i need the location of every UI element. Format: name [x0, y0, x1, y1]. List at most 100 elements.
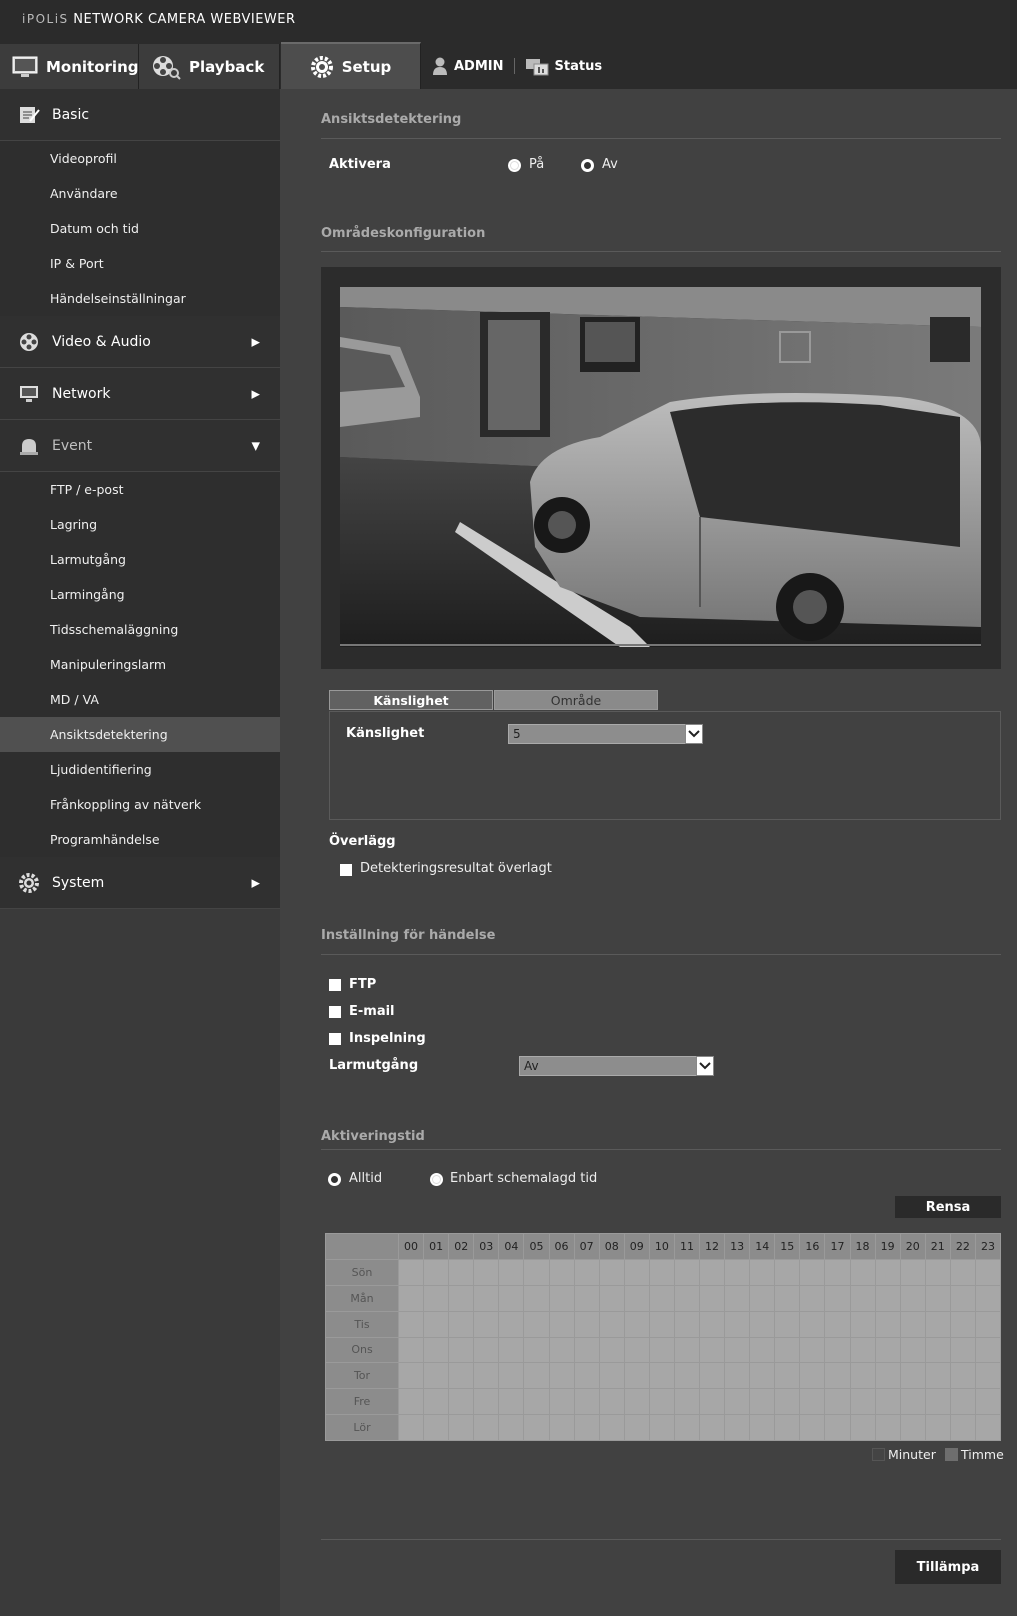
schedule-cell[interactable]: [549, 1311, 574, 1337]
schedule-cell[interactable]: [900, 1259, 925, 1285]
schedule-cell[interactable]: [775, 1415, 800, 1440]
schedule-cell[interactable]: [775, 1389, 800, 1415]
schedule-cell[interactable]: [549, 1259, 574, 1285]
schedule-cell[interactable]: [850, 1259, 875, 1285]
schedule-cell[interactable]: [975, 1311, 1000, 1337]
user-name[interactable]: ADMIN: [454, 59, 504, 74]
schedule-cell[interactable]: [800, 1337, 825, 1363]
schedule-cell[interactable]: [825, 1389, 850, 1415]
schedule-cell[interactable]: [599, 1363, 624, 1389]
schedule-cell[interactable]: [549, 1337, 574, 1363]
schedule-cell[interactable]: [825, 1415, 850, 1440]
overlay-checkbox[interactable]: [340, 864, 352, 876]
schedule-cell[interactable]: [800, 1389, 825, 1415]
sidebar-item-alarm-output[interactable]: Larmutgång: [0, 542, 280, 577]
sidebar-item-alarm-input[interactable]: Larmingång: [0, 577, 280, 612]
schedule-cell[interactable]: [975, 1337, 1000, 1363]
schedule-cell[interactable]: [499, 1415, 524, 1440]
schedule-cell[interactable]: [524, 1259, 549, 1285]
sidebar-item-audio-detection[interactable]: Ljudidentifiering: [0, 752, 280, 787]
sidebar-item-face-detection[interactable]: Ansiktsdetektering: [0, 717, 280, 752]
sidebar-system[interactable]: System ▶: [0, 857, 280, 909]
schedule-cell[interactable]: [674, 1259, 699, 1285]
schedule-cell[interactable]: [900, 1311, 925, 1337]
schedule-cell[interactable]: [850, 1285, 875, 1311]
apply-button[interactable]: Tillämpa: [895, 1550, 1001, 1584]
schedule-cell[interactable]: [925, 1337, 950, 1363]
schedule-cell[interactable]: [925, 1285, 950, 1311]
recording-checkbox[interactable]: [329, 1033, 341, 1045]
schedule-cell[interactable]: [875, 1285, 900, 1311]
schedule-cell[interactable]: [474, 1363, 499, 1389]
schedule-cell[interactable]: [499, 1311, 524, 1337]
schedule-cell[interactable]: [624, 1259, 649, 1285]
schedule-cell[interactable]: [775, 1363, 800, 1389]
schedule-cell[interactable]: [800, 1363, 825, 1389]
schedule-cell[interactable]: [424, 1285, 449, 1311]
schedule-cell[interactable]: [850, 1363, 875, 1389]
schedule-cell[interactable]: [975, 1259, 1000, 1285]
schedule-cell[interactable]: [674, 1337, 699, 1363]
schedule-cell[interactable]: [725, 1363, 750, 1389]
schedule-cell[interactable]: [750, 1259, 775, 1285]
schedule-cell[interactable]: [850, 1389, 875, 1415]
schedule-cell[interactable]: [900, 1389, 925, 1415]
schedule-cell[interactable]: [649, 1337, 674, 1363]
schedule-cell[interactable]: [499, 1389, 524, 1415]
schedule-cell[interactable]: [674, 1389, 699, 1415]
schedule-cell[interactable]: [624, 1415, 649, 1440]
tab-monitoring[interactable]: Monitoring: [0, 44, 139, 89]
sidebar-item-date-time[interactable]: Datum och tid: [0, 211, 280, 246]
sidebar-basic[interactable]: Basic: [0, 89, 280, 141]
sensitivity-select[interactable]: 5: [508, 724, 703, 744]
schedule-cell[interactable]: [449, 1311, 474, 1337]
schedule-cell[interactable]: [775, 1337, 800, 1363]
schedule-cell[interactable]: [624, 1337, 649, 1363]
schedule-cell[interactable]: [649, 1389, 674, 1415]
schedule-cell[interactable]: [449, 1337, 474, 1363]
schedule-cell[interactable]: [975, 1363, 1000, 1389]
schedule-cell[interactable]: [725, 1389, 750, 1415]
schedule-cell[interactable]: [549, 1415, 574, 1440]
schedule-cell[interactable]: [750, 1337, 775, 1363]
sidebar-item-schedule[interactable]: Tidsschemaläggning: [0, 612, 280, 647]
schedule-cell[interactable]: [624, 1285, 649, 1311]
schedule-cell[interactable]: [424, 1259, 449, 1285]
schedule-cell[interactable]: [424, 1415, 449, 1440]
schedule-cell[interactable]: [649, 1311, 674, 1337]
schedule-cell[interactable]: [674, 1311, 699, 1337]
schedule-cell[interactable]: [750, 1415, 775, 1440]
schedule-cell[interactable]: [850, 1415, 875, 1440]
status-link[interactable]: Status: [555, 59, 603, 74]
always-radio[interactable]: [328, 1173, 341, 1186]
sidebar-item-tampering[interactable]: Manipuleringslarm: [0, 647, 280, 682]
schedule-cell[interactable]: [900, 1415, 925, 1440]
schedule-cell[interactable]: [825, 1311, 850, 1337]
sidebar-item-md-va[interactable]: MD / VA: [0, 682, 280, 717]
schedule-cell[interactable]: [524, 1285, 549, 1311]
schedule-cell[interactable]: [950, 1363, 975, 1389]
schedule-cell[interactable]: [599, 1337, 624, 1363]
schedule-cell[interactable]: [449, 1389, 474, 1415]
schedule-cell[interactable]: [574, 1259, 599, 1285]
schedule-cell[interactable]: [950, 1285, 975, 1311]
sidebar-network[interactable]: Network ▶: [0, 368, 280, 420]
schedule-cell[interactable]: [875, 1259, 900, 1285]
schedule-cell[interactable]: [700, 1337, 725, 1363]
sidebar-item-event-settings[interactable]: Händelseinställningar: [0, 281, 280, 316]
schedule-cell[interactable]: [399, 1311, 424, 1337]
schedule-cell[interactable]: [925, 1415, 950, 1440]
sidebar-event[interactable]: Event ▼: [0, 420, 280, 472]
schedule-cell[interactable]: [975, 1285, 1000, 1311]
scheduled-radio[interactable]: [430, 1173, 443, 1186]
schedule-cell[interactable]: [825, 1259, 850, 1285]
schedule-cell[interactable]: [775, 1285, 800, 1311]
schedule-cell[interactable]: [399, 1415, 424, 1440]
schedule-cell[interactable]: [474, 1285, 499, 1311]
schedule-cell[interactable]: [574, 1415, 599, 1440]
schedule-cell[interactable]: [649, 1259, 674, 1285]
sidebar-item-storage[interactable]: Lagring: [0, 507, 280, 542]
schedule-cell[interactable]: [674, 1363, 699, 1389]
clear-button[interactable]: Rensa: [895, 1196, 1001, 1218]
schedule-cell[interactable]: [825, 1285, 850, 1311]
